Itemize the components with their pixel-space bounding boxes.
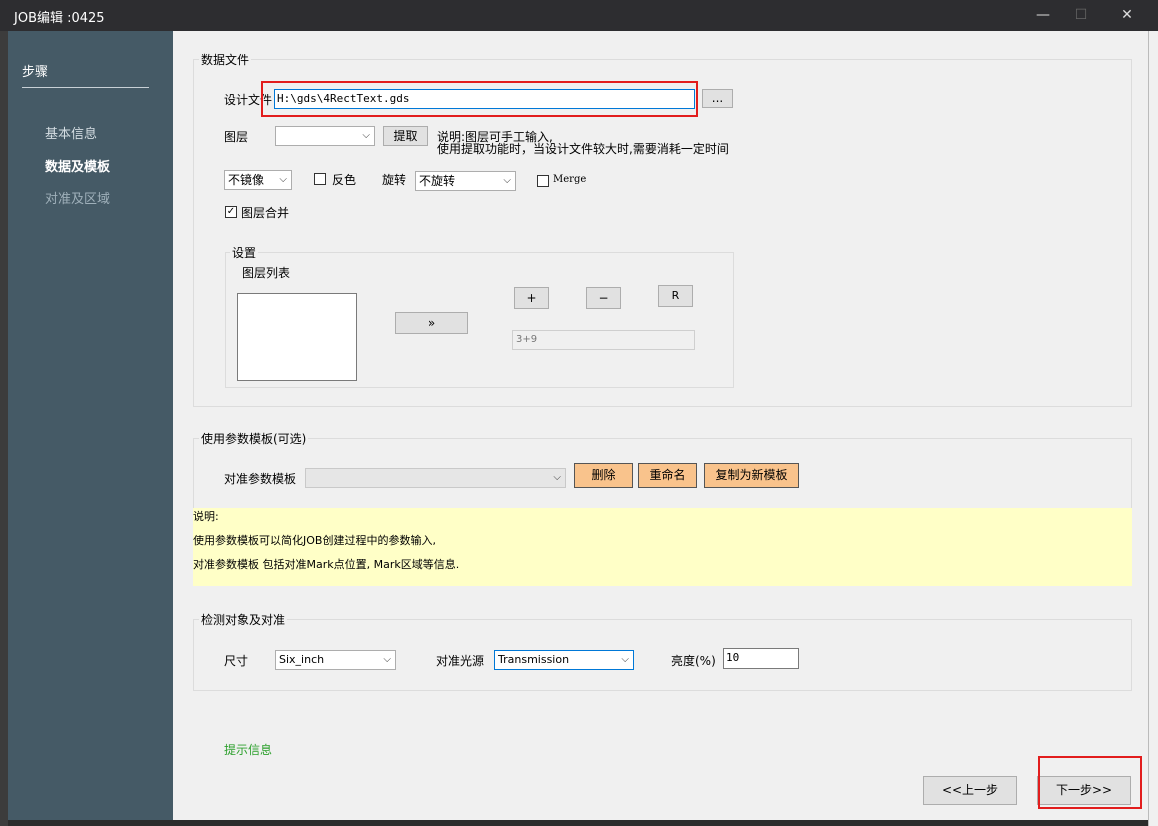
note-line-title: 说明: (193, 510, 219, 523)
chevron-down-icon: ⌵ (362, 130, 370, 141)
steps-divider (22, 87, 149, 88)
template-group-label: 使用参数模板(可选) (199, 430, 309, 447)
layer-hint-line2: 使用提取功能时，当设计文件较大时,需要消耗一定时间 (437, 142, 729, 156)
delete-template-button[interactable]: 删除 (574, 463, 633, 488)
layer-merge-label: 图层合并 (241, 206, 290, 220)
plus-button[interactable]: + (514, 287, 549, 309)
brightness-label: 亮度(%) (671, 654, 716, 668)
window-left-edge (0, 31, 8, 826)
prev-step-button[interactable]: <<上一步 (923, 776, 1017, 805)
extract-button[interactable]: 提取 (383, 126, 428, 146)
layer-merge-checkbox[interactable]: ✓ (225, 206, 237, 218)
close-button[interactable]: ✕ (1104, 0, 1150, 31)
steps-sidebar: 步骤 基本信息 数据及模板 对准及区域 (8, 31, 173, 826)
hint-info-text: 提示信息 (224, 743, 273, 757)
light-source-combo[interactable]: Transmission ⌵ (494, 650, 634, 670)
expression-field[interactable]: 3+9 (512, 330, 695, 350)
copy-template-button[interactable]: 复制为新模板 (704, 463, 799, 488)
invert-checkbox[interactable] (314, 173, 326, 185)
size-combo[interactable]: Six_inch ⌵ (275, 650, 396, 670)
invert-label: 反色 (332, 173, 357, 187)
mirror-combo-value: 不镜像 (228, 173, 265, 187)
step-data-template[interactable]: 数据及模板 (45, 156, 110, 175)
next-step-highlight (1038, 756, 1142, 809)
merge-label: Merge (553, 174, 587, 185)
rotate-combo[interactable]: 不旋转 ⌵ (415, 171, 516, 191)
mirror-combo[interactable]: 不镜像 ⌵ (224, 170, 292, 190)
chevron-down-icon: ⌵ (621, 654, 629, 665)
light-source-combo-value: Transmission (498, 653, 570, 666)
template-note-panel: 说明: 使用参数模板可以简化JOB创建过程中的参数输入, 对准参数模板 包括对准… (193, 508, 1132, 586)
window-right-edge (1148, 31, 1158, 826)
chevron-down-icon: ⌵ (503, 175, 511, 186)
check-icon: ✓ (226, 206, 236, 217)
data-file-group-label: 数据文件 (199, 51, 252, 68)
browse-button[interactable]: ... (702, 89, 733, 108)
size-label: 尺寸 (224, 654, 249, 668)
chevron-down-icon: ⌵ (383, 654, 391, 665)
rotate-label: 旋转 (382, 173, 407, 187)
r-button[interactable]: R (658, 285, 693, 307)
steps-header: 步骤 (22, 65, 49, 80)
detect-group-label: 检测对象及对准 (199, 611, 288, 628)
chevron-down-icon: ⌵ (553, 472, 561, 483)
merge-checkbox[interactable] (537, 175, 549, 187)
settings-group-label: 设置 (230, 244, 259, 261)
minus-button[interactable]: − (586, 287, 621, 309)
brightness-input[interactable]: 10 (723, 648, 799, 669)
rotate-combo-value: 不旋转 (419, 174, 456, 188)
window-titlebar: JOB编辑 :0425 — ☐ ✕ (0, 0, 1158, 31)
design-file-highlight (261, 81, 698, 117)
step-basic-info[interactable]: 基本信息 (45, 123, 97, 142)
note-line-2: 对准参数模板 包括对准Mark点位置, Mark区域等信息. (193, 558, 460, 571)
add-to-list-button[interactable]: » (395, 312, 468, 334)
light-source-label: 对准光源 (436, 654, 485, 668)
layer-list-label: 图层列表 (242, 266, 291, 280)
chevron-down-icon: ⌵ (279, 174, 287, 185)
align-template-combo[interactable]: ⌵ (305, 468, 566, 488)
layer-list-box[interactable] (237, 293, 357, 381)
window-title: JOB编辑 :0425 (14, 11, 105, 26)
maximize-button: ☐ (1074, 7, 1088, 23)
align-template-label: 对准参数模板 (224, 472, 297, 486)
layer-label: 图层 (224, 130, 249, 144)
taskbar-strip (8, 820, 1148, 826)
note-line-1: 使用参数模板可以简化JOB创建过程中的参数输入, (193, 534, 436, 547)
step-align-region[interactable]: 对准及区域 (45, 188, 110, 207)
rename-template-button[interactable]: 重命名 (638, 463, 697, 488)
size-combo-value: Six_inch (279, 653, 325, 666)
layer-combo[interactable]: ⌵ (275, 126, 375, 146)
